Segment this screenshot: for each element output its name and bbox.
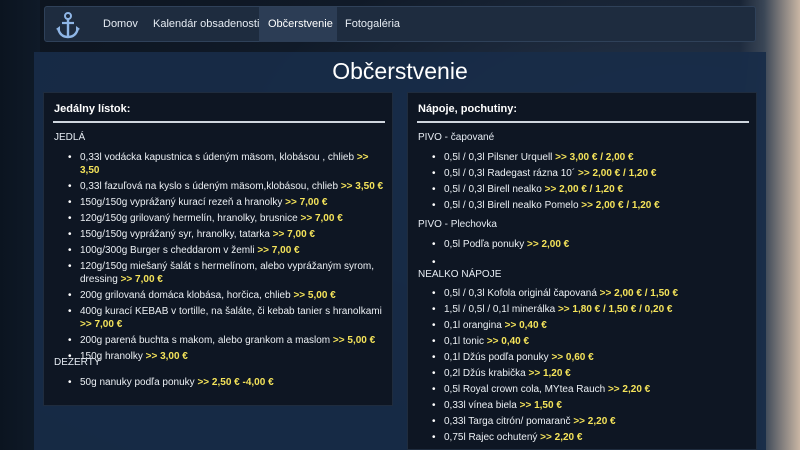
list-item: 1,5l / 0,5l / 0,1l minerálka >> 1,80 € /… [430,303,752,316]
list-item: 0,5l / 0,3l Pilsner Urquell >> 3,00 € / … [430,151,752,164]
list-item: 0,5l / 0,3l Kofola originál čapovaná >> … [430,287,752,300]
list-item: 0,75l Rajec ochutený >> 2,20 € [430,431,752,444]
page-title: Občerstvenie [332,58,468,84]
list-item: 0,5l Royal crown cola, MYtea Rauch >> 2,… [430,383,752,396]
list-item: 120g/150g miešaný šalát s hermelínom, al… [66,260,388,286]
navbar: Domov Kalendár obsadenosti Občerstvenie … [44,6,756,42]
food-list: 0,33l vodácka kapustnica s údeným mäsom,… [66,151,388,366]
list-item: 50g nanuky podľa ponuky >> 2,50 € -4,00 … [66,376,388,389]
soft-drinks-list: 0,5l / 0,3l Kofola originál čapovaná >> … [430,287,752,447]
section-label-dezerty: DEZERTY [54,357,101,368]
divider [417,121,749,123]
list-item: 0,5l / 0,3l Radegast rázna 10´ >> 2,00 €… [430,167,752,180]
list-item: 120g/150g grilovaný hermelín, hranolky, … [66,212,388,225]
list-item: 0,33l vodácka kapustnica s údeným mäsom,… [66,151,388,177]
list-item: 0,33l Targa citrón/ pomaranč >> 2,20 € [430,415,752,428]
beer-can-list: 0,5l Podľa ponuky >> 2,00 € [430,238,752,269]
list-item: 0,5l / 0,3l Birell nealko Pomelo >> 2,00… [430,199,752,212]
nav-item-kalendar[interactable]: Kalendár obsadenosti [144,7,268,42]
list-item: 0,33l fazuľová na kyslo s údeným mäsom,k… [66,180,388,193]
list-item: 0,1l tonic >> 0,40 € [430,335,752,348]
list-item: 150g hranolky >> 3,00 € [66,350,388,363]
food-menu-header: Jedálny lístok: [54,103,131,115]
list-item: 0,5l Podľa ponuky >> 2,00 € [430,238,752,251]
nav-item-fotogaleria[interactable]: Fotogaléria [336,7,409,42]
nav-item-obcerstvenie[interactable]: Občerstvenie [259,7,337,42]
food-menu-card: Jedálny lístok: JEDLÁ 0,33l vodácka kapu… [43,92,393,406]
nav-item-domov[interactable]: Domov [94,7,147,42]
list-item: 200g grilovaná domáca klobása, horčica, … [66,289,388,302]
section-label-pivo-capovane: PIVO - čapované [418,132,495,143]
list-item: 0,5l / 0,3l Birell nealko >> 2,00 € / 1,… [430,183,752,196]
drinks-menu-card: Nápoje, pochutiny: PIVO - čapované 0,5l … [407,92,757,450]
list-item: 100g/300g Burger s cheddarom v žemli >> … [66,244,388,257]
list-item: 0,1l orangina >> 0,40 € [430,319,752,332]
beer-tap-list: 0,5l / 0,3l Pilsner Urquell >> 3,00 € / … [430,151,752,215]
list-item: 150g/150g vyprážaný syr, hranolky, tatar… [66,228,388,241]
section-label-jedla: JEDLÁ [54,132,86,143]
list-item: 400g kurací KEBAB v tortille, na šaláte,… [66,305,388,331]
list-item: 0,33l vínea biela >> 1,50 € [430,399,752,412]
section-label-nealko: NEALKO NÁPOJE [418,269,502,280]
anchor-icon[interactable] [53,10,83,40]
list-item: 0,2l Džús krabička >> 1,20 € [430,367,752,380]
drinks-menu-header: Nápoje, pochutiny: [418,103,517,115]
section-label-pivo-plechovka: PIVO - Plechovka [418,219,497,230]
list-item: 150g/150g vyprážaný kurací rezeň a hrano… [66,196,388,209]
divider [53,121,385,123]
dessert-list: 50g nanuky podľa ponuky >> 2,50 € -4,00 … [66,376,388,392]
list-item: 0,1l Džús podľa ponuky >> 0,60 € [430,351,752,364]
list-item: 200g parená buchta s makom, alebo granko… [66,334,388,347]
